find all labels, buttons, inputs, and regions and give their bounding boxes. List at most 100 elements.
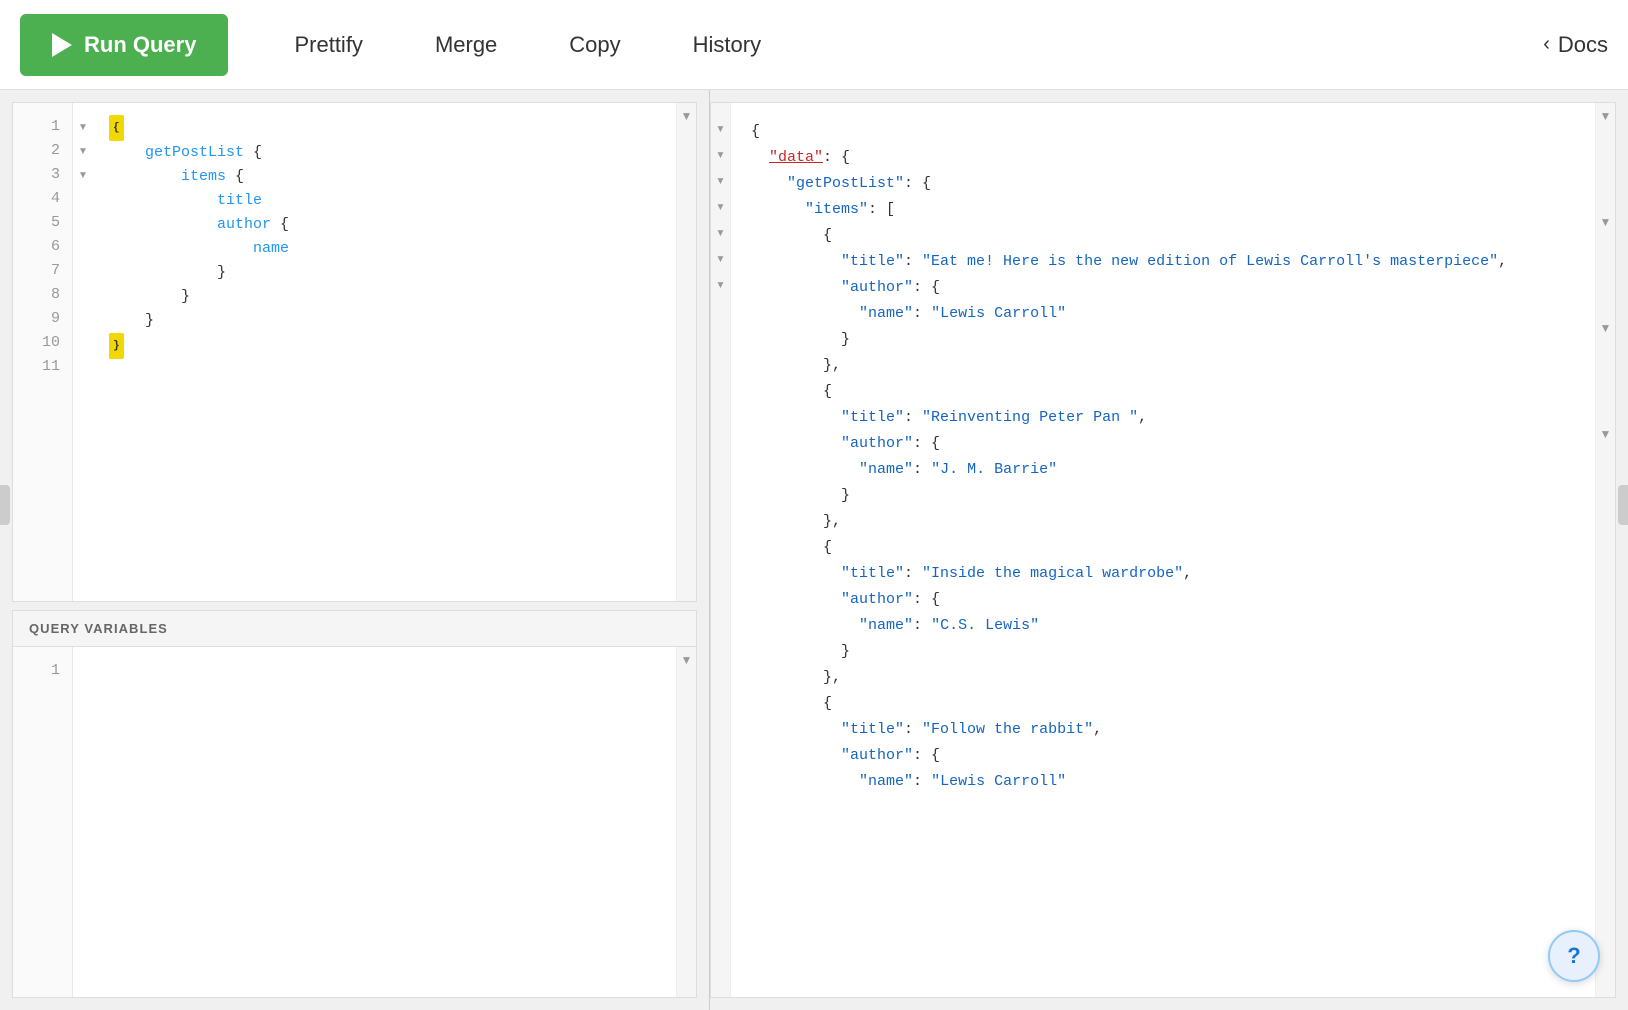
json-line-17: { [751,535,1575,561]
prettify-button[interactable]: Prettify [258,22,398,68]
scroll-down-arrow[interactable]: ▼ [681,103,693,129]
json-line-11: { [751,379,1575,405]
left-panel: 1 2 3 4 5 6 7 8 9 10 11 ▼ ▼ ▼ [0,90,710,1010]
line-num-3: 3 [13,163,72,187]
run-query-button[interactable]: Run Query [20,14,228,76]
run-query-label: Run Query [84,32,196,58]
variables-line-numbers: 1 [13,647,73,997]
var-collapse-arrows [73,647,93,997]
code-line-8: } [109,285,660,309]
line-num-10: 10 [13,331,72,355]
code-line-9: } [109,309,660,333]
json-line-6: "title": "Eat me! Here is the new editio… [751,249,1575,275]
json-line-26: "name": "Lewis Carroll" [751,769,1575,795]
main-content: 1 2 3 4 5 6 7 8 9 10 11 ▼ ▼ ▼ [0,90,1628,1010]
json-line-14: "name": "J. M. Barrie" [751,457,1575,483]
collapse-arrow-1[interactable]: ▼ [73,115,93,139]
docs-label: Docs [1558,32,1608,58]
line-num-8: 8 [13,283,72,307]
help-button[interactable]: ? [1548,930,1600,982]
code-line-6: name [109,237,660,261]
collapse-arrow-5 [73,211,93,235]
json-arrow-1[interactable]: ▼ [716,117,726,143]
merge-button[interactable]: Merge [399,22,533,68]
fold-icon-1[interactable]: { [109,115,124,141]
code-line-7: } [109,261,660,285]
toolbar: Run Query Prettify Merge Copy History ‹ … [0,0,1628,90]
code-line-10: } [109,333,660,359]
line-num-2: 2 [13,139,72,163]
collapse-arrow-8 [73,283,93,307]
json-line-24: "title": "Follow the rabbit", [751,717,1575,743]
line-num-1: 1 [13,115,72,139]
line-num-6: 6 [13,235,72,259]
json-line-25: "author": { [751,743,1575,769]
json-scroll-down-1[interactable]: ▼ [1600,103,1612,129]
json-line-10: }, [751,353,1575,379]
collapse-arrow-6 [73,235,93,259]
line-num-5: 5 [13,211,72,235]
line-numbers: 1 2 3 4 5 6 7 8 9 10 11 [13,103,73,601]
collapse-arrow-3[interactable]: ▼ [73,163,93,187]
json-line-7: "author": { [751,275,1575,301]
editor-scroll-indicator: ▼ [676,103,696,601]
json-line-5: { [751,223,1575,249]
json-scroll-down-4[interactable]: ▼ [1600,421,1612,447]
collapse-arrows: ▼ ▼ ▼ [73,103,93,601]
code-line-3: items { [109,165,660,189]
json-line-15: } [751,483,1575,509]
query-variables-body[interactable]: 1 ▼ [13,647,696,997]
code-line-1: { [109,115,660,141]
json-line-19: "author": { [751,587,1575,613]
json-line-18: "title": "Inside the magical wardrobe", [751,561,1575,587]
json-line-16: }, [751,509,1575,535]
json-line-4: "items": [ [751,197,1575,223]
docs-button[interactable]: ‹ Docs [1543,32,1608,58]
fold-icon-10[interactable]: } [109,333,124,359]
json-line-20: "name": "C.S. Lewis" [751,613,1575,639]
code-line-2: getPostList { [109,141,660,165]
json-arrow-3[interactable]: ▼ [716,143,726,169]
json-line-2: "data": { [751,145,1575,171]
chevron-left-icon: ‹ [1543,33,1550,56]
json-line-1: { [751,119,1575,145]
left-resize-handle[interactable] [0,485,10,525]
query-variables-label: QUERY VARIABLES [29,621,168,636]
question-mark-icon: ? [1567,943,1580,969]
line-num-9: 9 [13,307,72,331]
play-icon [52,33,72,57]
variables-scroll-indicator: ▼ [676,647,696,997]
json-line-23: { [751,691,1575,717]
collapse-arrow-7 [73,259,93,283]
json-line-12: "title": "Reinventing Peter Pan ", [751,405,1575,431]
json-arrow-4[interactable]: ▼ [716,169,726,195]
var-scroll-down-arrow[interactable]: ▼ [681,647,693,673]
json-line-9: } [751,327,1575,353]
collapse-arrow-2[interactable]: ▼ [73,139,93,163]
json-arrow-6[interactable]: ▼ [716,195,726,221]
json-scroll: ▼ ▼ ▼ ▼ [1595,103,1615,997]
json-line-8: "name": "Lewis Carroll" [751,301,1575,327]
json-scroll-down-3[interactable]: ▼ [1600,315,1612,341]
json-arrow-8[interactable]: ▼ [716,247,726,273]
code-editor-content[interactable]: { getPostList { items { title author { n… [93,103,676,601]
query-editor[interactable]: 1 2 3 4 5 6 7 8 9 10 11 ▼ ▼ ▼ [12,102,697,602]
copy-button[interactable]: Copy [533,22,656,68]
query-variables-header: QUERY VARIABLES [13,611,696,647]
history-button[interactable]: History [657,22,797,68]
collapse-arrow-11 [73,355,93,379]
json-collapse-arrows: ▼ ▼ ▼ ▼ ▼ ▼ ▼ [711,103,731,997]
json-line-3: "getPostList": { [751,171,1575,197]
collapse-arrow-4 [73,187,93,211]
json-arrow-7[interactable]: ▼ [716,221,726,247]
query-variables-section: QUERY VARIABLES 1 ▼ [12,610,697,998]
line-num-11: 11 [13,355,72,379]
line-num-7: 7 [13,259,72,283]
variables-editor-content[interactable] [93,647,676,997]
json-line-13: "author": { [751,431,1575,457]
json-output[interactable]: { "data": { "getPostList": { "items": [ … [731,103,1595,997]
right-resize-handle[interactable] [1618,485,1628,525]
json-arrow-9[interactable]: ▼ [716,273,726,299]
collapse-arrow-9 [73,307,93,331]
json-scroll-down-2[interactable]: ▼ [1600,209,1612,235]
